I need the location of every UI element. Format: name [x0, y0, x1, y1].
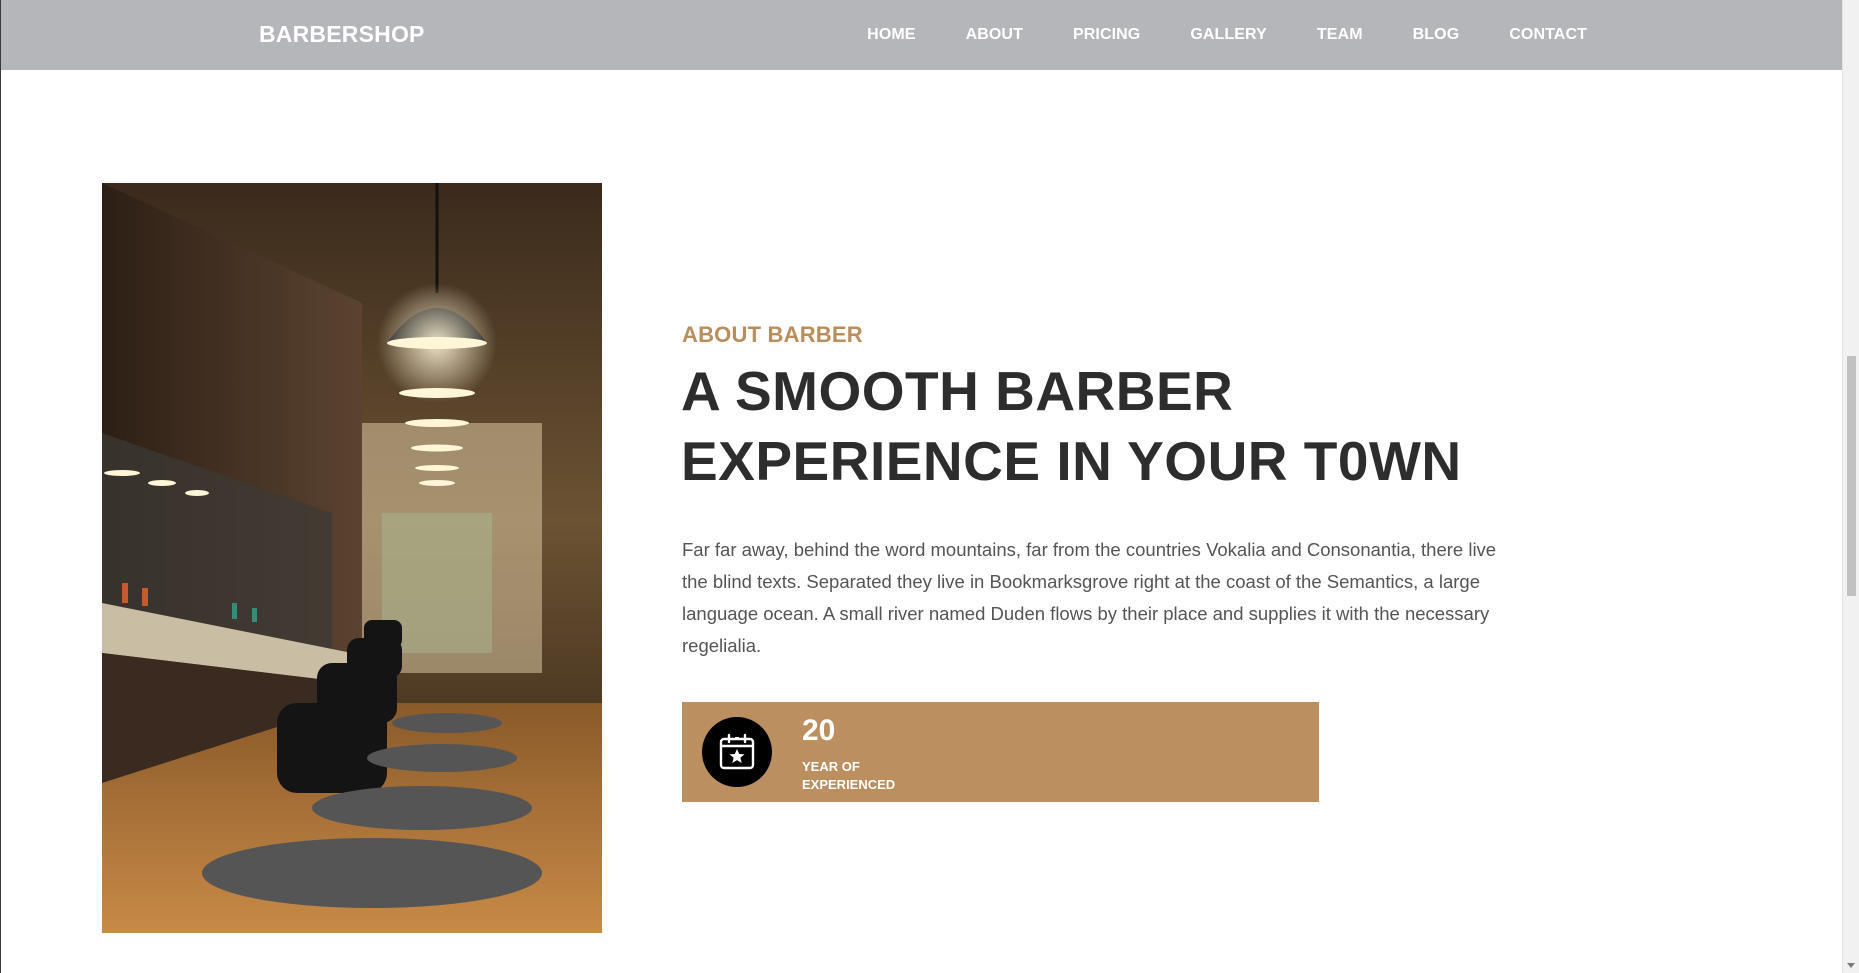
experience-box: 20 YEAR OF EXPERIENCED — [682, 702, 1319, 802]
nav-item-gallery[interactable]: GALLERY — [1190, 26, 1267, 44]
heading-line-1: A SMOOTH BARBER — [681, 360, 1234, 422]
about-subheading: ABOUT BARBER — [682, 322, 863, 347]
scrollbar-thumb[interactable] — [1847, 356, 1856, 596]
nav-item-contact[interactable]: CONTACT — [1509, 26, 1587, 44]
nav-menu: HOME ABOUT PRICING GALLERY TEAM BLOG CON… — [817, 0, 1587, 70]
brand-logo[interactable]: BARBERSHOP — [259, 0, 425, 70]
experience-label: YEAR OF EXPERIENCED — [802, 759, 896, 792]
calendar-star-icon — [702, 717, 772, 787]
about-description: Far far away, behind the word mountains,… — [682, 539, 1497, 656]
heading-line-2: EXPERIENCE IN YOUR T0WN — [681, 430, 1462, 492]
scroll-down-arrow-icon[interactable] — [1847, 963, 1855, 968]
nav-item-team[interactable]: TEAM — [1317, 26, 1363, 44]
experience-number: 20 — [802, 714, 836, 747]
about-heading: A SMOOTH BARBER EXPERIENCE IN YOUR T0WN — [681, 356, 1501, 496]
page: BARBERSHOP HOME ABOUT PRICING GALLERY TE… — [0, 0, 1859, 973]
navbar: BARBERSHOP HOME ABOUT PRICING GALLERY TE… — [1, 0, 1843, 70]
nav-item-about[interactable]: ABOUT — [966, 26, 1023, 44]
barbershop-photo — [102, 183, 602, 933]
nav-item-blog[interactable]: BLOG — [1413, 26, 1460, 44]
page-scrollbar[interactable] — [1842, 0, 1859, 973]
nav-item-home[interactable]: HOME — [867, 26, 915, 44]
nav-item-pricing[interactable]: PRICING — [1073, 26, 1140, 44]
